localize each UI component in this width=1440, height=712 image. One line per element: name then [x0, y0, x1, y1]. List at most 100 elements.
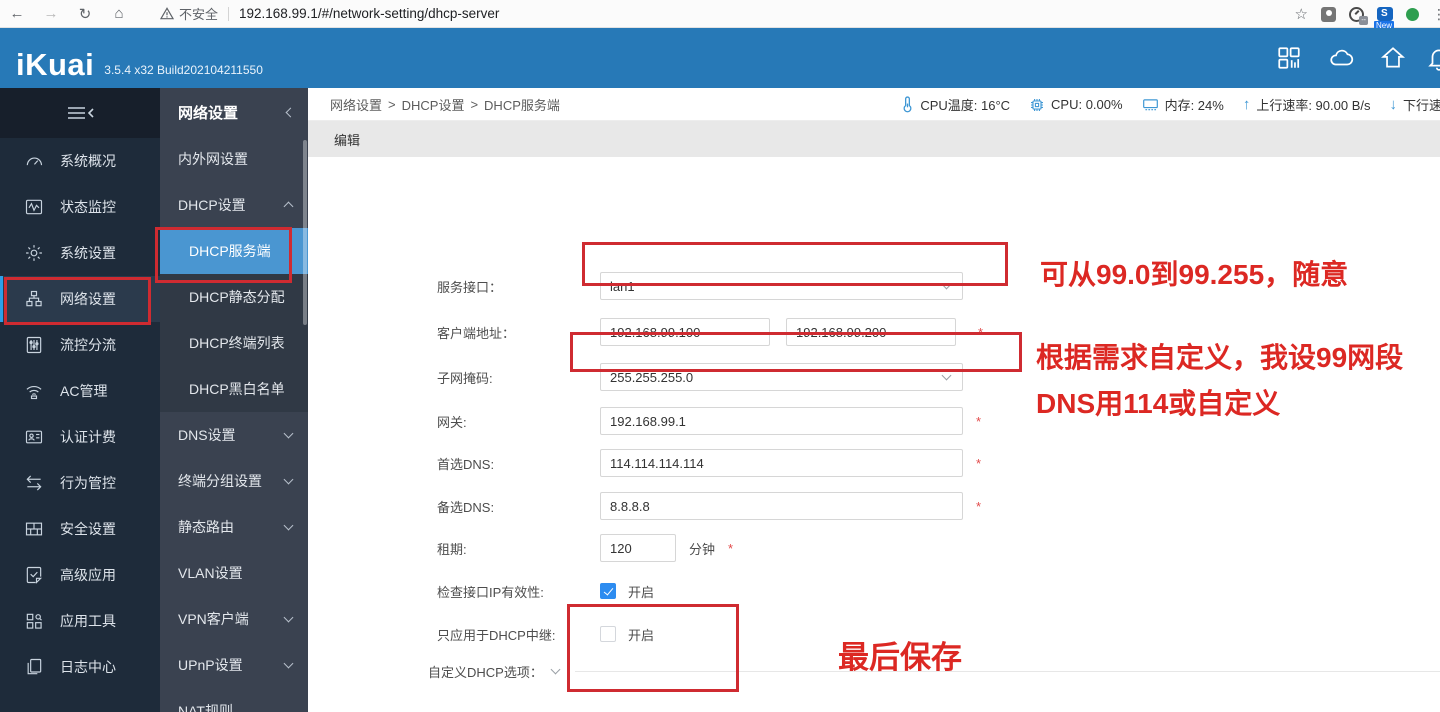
bell-icon[interactable] [1426, 45, 1440, 71]
submenu-item-wan-lan[interactable]: 内外网设置 [160, 136, 308, 182]
chip-icon [1031, 98, 1044, 111]
ikuai-logo[interactable]: iKuai [16, 49, 94, 80]
breadcrumb-part[interactable]: DHCP服务端 [484, 95, 560, 114]
checkbox-label: 开启 [628, 627, 655, 643]
collapse-chevron-icon [285, 107, 296, 117]
breadcrumb-separator: > [470, 96, 479, 112]
nav-label: 认证计费 [60, 429, 116, 445]
submenu-item-static-route[interactable]: 静态路由 [160, 504, 308, 550]
logs-icon [24, 657, 44, 677]
uplink-status: ↑ 上行速率: 90.00 B/s [1242, 96, 1371, 113]
custom-dhcp-options-row[interactable]: 自定义DHCP选项： [428, 657, 561, 685]
submenu-item-nat-rules[interactable]: NAT规则 [160, 688, 308, 712]
sidebar-item-advanced-apps[interactable]: 高级应用 [0, 552, 160, 598]
check-ip-checkbox[interactable] [600, 583, 616, 599]
annotation-save-note: 最后保存 [838, 640, 962, 675]
subnet-mask-select[interactable]: 255.255.255.0 [600, 363, 963, 391]
submenu-scrollbar[interactable] [303, 140, 307, 325]
gear-icon [24, 243, 44, 263]
submenu-label: DHCP服务端 [189, 243, 271, 259]
field-label: 客户端地址： [437, 325, 516, 341]
firewall-icon [24, 519, 44, 539]
field-label: 网关: [437, 414, 467, 430]
nav-label: 行为管控 [60, 475, 116, 491]
lease-input[interactable] [600, 534, 676, 562]
firmware-version: 3.5.4 x32 Build202104211550 [104, 63, 263, 77]
extension-icon[interactable] [1321, 6, 1336, 22]
browser-reload-button[interactable]: ↻ [68, 5, 102, 23]
sidebar-item-system-overview[interactable]: 系统概况 [0, 138, 160, 184]
submenu-item-dhcp-server[interactable]: DHCP服务端 [160, 228, 308, 274]
subnet-mask-row: 子网掩码: 255.255.255.0 [437, 363, 963, 391]
swap-arrows-icon [24, 473, 44, 493]
required-mark: * [976, 455, 982, 471]
address-bar[interactable]: 不安全 192.168.99.1/#/network-setting/dhcp-… [160, 4, 499, 23]
breadcrumb-part[interactable]: DHCP设置 [402, 95, 465, 114]
service-interface-select[interactable]: lan1 [600, 272, 963, 300]
chevron-down-icon [550, 664, 561, 675]
secondary-dns-input[interactable] [600, 492, 963, 520]
doc-check-icon [24, 565, 44, 585]
chevron-down-icon [283, 658, 294, 669]
client-range-start-input[interactable] [600, 318, 770, 346]
id-card-icon [24, 427, 44, 447]
security-label: 不安全 [179, 7, 219, 22]
speedtest-extension-icon[interactable] [1349, 6, 1368, 25]
primary-dns-input[interactable] [600, 449, 963, 477]
chevron-down-icon [283, 612, 294, 623]
annotation-dns-note: DNS用114或自定义 [1036, 388, 1281, 419]
sidebar-item-log-center[interactable]: 日志中心 [0, 644, 160, 690]
check-ip-row: 检查接口IP有效性: 开启 [437, 577, 654, 605]
submenu-item-dhcp-terminal-list[interactable]: DHCP终端列表 [160, 320, 308, 366]
field-label: 自定义DHCP选项： [428, 664, 543, 680]
green-status-extension-icon[interactable] [1406, 7, 1419, 21]
submenu-item-dhcp-blacklist[interactable]: DHCP黑白名单 [160, 366, 308, 412]
new-extension-icon[interactable]: New [1374, 7, 1395, 30]
breadcrumb-separator: > [388, 96, 396, 112]
browser-forward-button[interactable]: → [34, 5, 68, 22]
sidebar-item-ac-management[interactable]: AC管理 [0, 368, 160, 414]
submenu-item-terminal-group[interactable]: 终端分组设置 [160, 458, 308, 504]
cpu-usage-status: CPU: 0.00% [1029, 97, 1123, 113]
sidebar-item-status-monitor[interactable]: 状态监控 [0, 184, 160, 230]
field-label: 检查接口IP有效性: [437, 584, 544, 600]
browser-back-button[interactable]: ← [0, 5, 34, 22]
sidebar-item-behavior-control[interactable]: 行为管控 [0, 460, 160, 506]
sidebar-item-system-settings[interactable]: 系统设置 [0, 230, 160, 276]
downlink-status: ↓ 下行速 [1389, 96, 1440, 113]
bookmark-star-icon[interactable]: ☆ [1295, 5, 1308, 23]
submenu-header[interactable]: 网络设置 [160, 88, 308, 136]
field-label: 首选DNS: [437, 456, 495, 472]
submenu-item-vlan[interactable]: VLAN设置 [160, 550, 308, 596]
sidebar-item-auth-billing[interactable]: 认证计费 [0, 414, 160, 460]
browser-home-button[interactable]: ⌂ [102, 5, 136, 22]
lease-row: 租期: 分钟 * [437, 534, 733, 562]
breadcrumb-row: 网络设置 > DHCP设置 > DHCP服务端 CPU温度: 16°C CPU:… [308, 88, 1440, 121]
home-icon[interactable] [1380, 45, 1406, 71]
breadcrumb-part[interactable]: 网络设置 [330, 95, 382, 114]
sidebar-item-network-settings[interactable]: 网络设置 [0, 276, 160, 322]
client-range-end-input[interactable] [786, 318, 956, 346]
chevron-down-icon [941, 279, 952, 290]
gateway-input[interactable] [600, 407, 963, 435]
submenu-label: UPnP设置 [178, 657, 243, 673]
memory-status: 内存: 24% [1142, 95, 1224, 114]
dhcp-relay-checkbox[interactable] [600, 626, 616, 642]
browser-menu-icon[interactable]: ⋮ [1432, 6, 1440, 23]
sidebar-item-traffic-control[interactable]: 流控分流 [0, 322, 160, 368]
submenu-item-dhcp-static[interactable]: DHCP静态分配 [160, 274, 308, 320]
submenu-item-upnp[interactable]: UPnP设置 [160, 642, 308, 688]
sidebar-item-security-settings[interactable]: 安全设置 [0, 506, 160, 552]
system-status-bar: CPU温度: 16°C CPU: 0.00% 内存: 24% ↑ 上行速率: 9… [901, 88, 1440, 121]
memory-icon [1142, 98, 1158, 110]
submenu-item-dns[interactable]: DNS设置 [160, 412, 308, 458]
field-label: 服务接口： [437, 279, 503, 295]
sidebar-item-app-tools[interactable]: 应用工具 [0, 598, 160, 644]
cloud-icon[interactable] [1328, 45, 1354, 71]
submenu-item-dhcp-settings[interactable]: DHCP设置 [160, 182, 308, 228]
sidebar-collapse-toggle[interactable] [0, 88, 160, 138]
submenu-item-vpn-client[interactable]: VPN客户端 [160, 596, 308, 642]
section-title: 编辑 [334, 132, 361, 148]
hamburger-icon [68, 107, 94, 119]
apps-grid-icon[interactable] [1276, 45, 1302, 71]
